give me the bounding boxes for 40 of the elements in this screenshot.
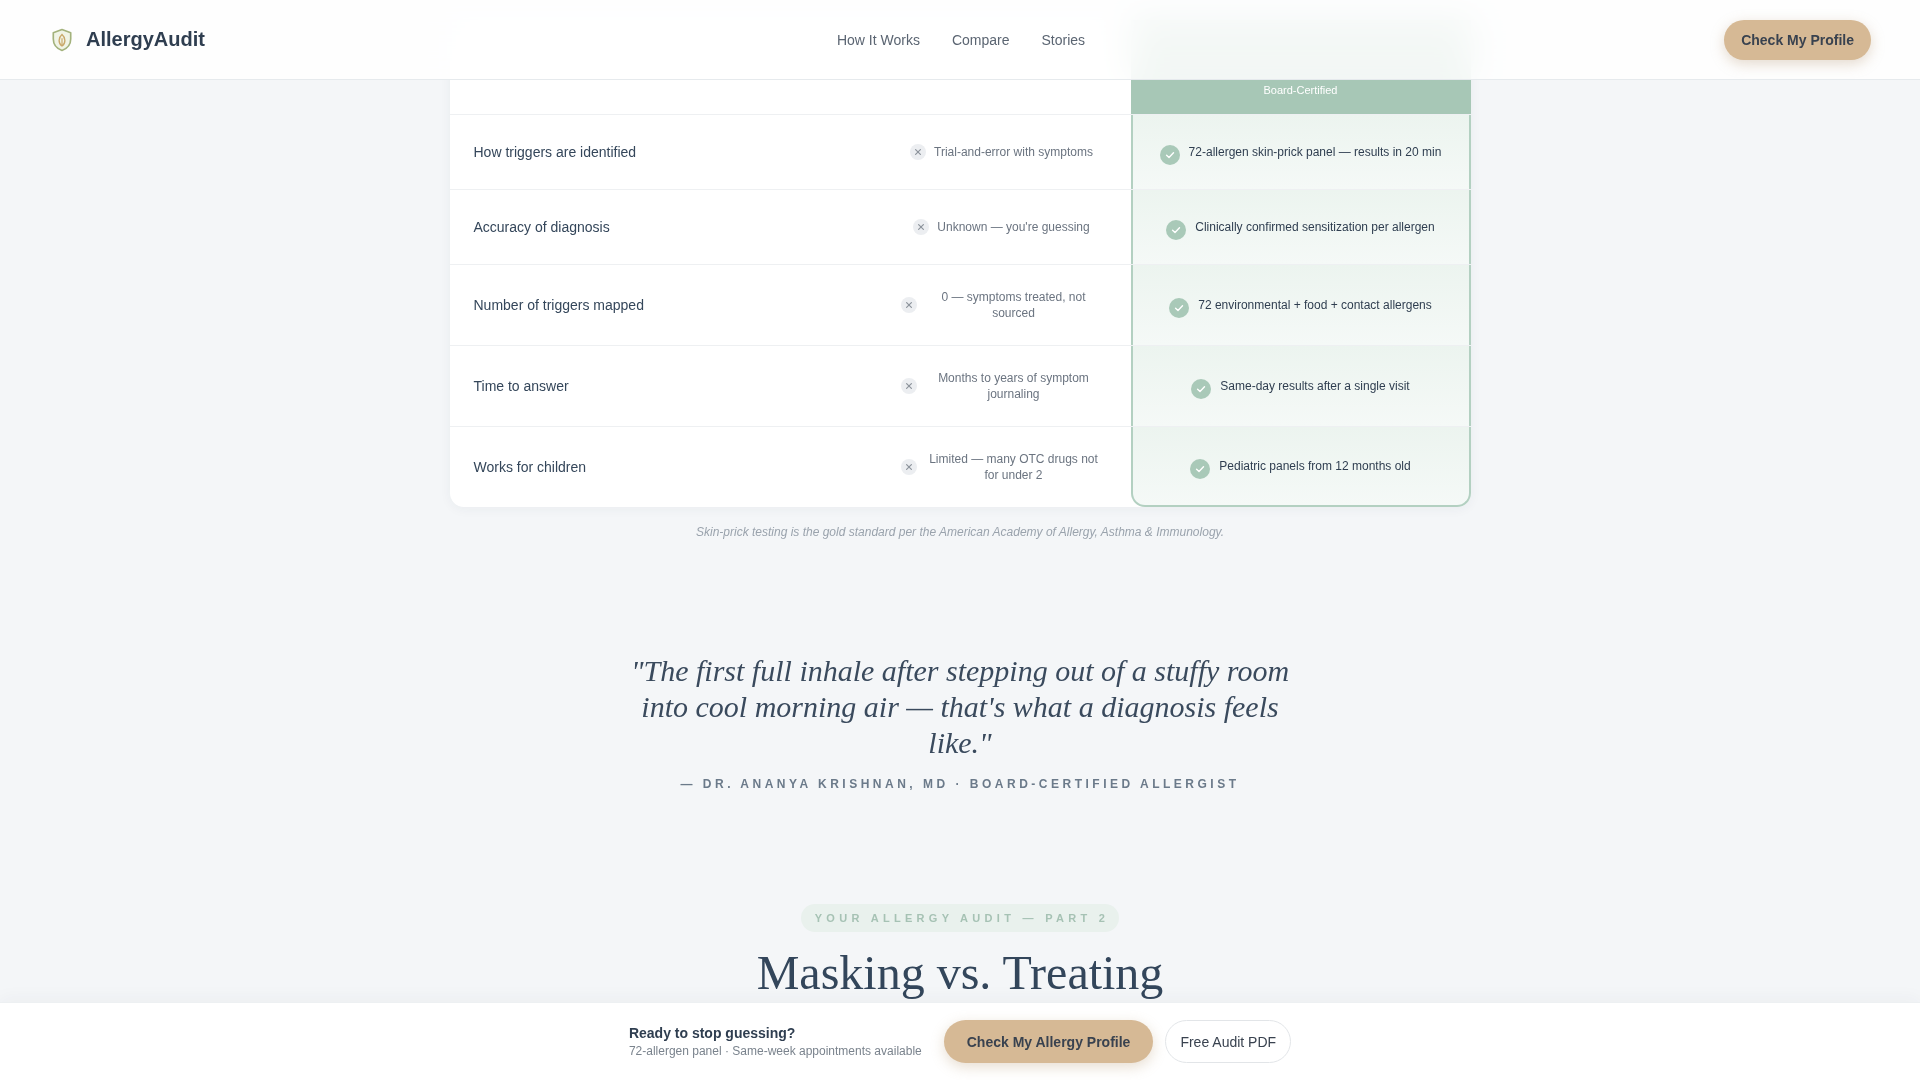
x-mark-icon (910, 144, 927, 160)
check-icon (1166, 220, 1187, 240)
check-icon (1191, 379, 1212, 399)
check-icon (1159, 145, 1180, 165)
quote-text: "The first full inhale after stepping out of a stuffy room into cool morning air — that's what a diagnosis feels like." (629, 653, 1291, 761)
x-mark-icon (900, 378, 917, 394)
check-profile-button[interactable]: Check My Profile (1724, 19, 1871, 60)
criterion-label: Accuracy of diagnosis (473, 219, 610, 235)
benefit-text: Same-day results after a single visit (1220, 378, 1410, 394)
eyebrow-tag: YOUR ALLERGY AUDIT — PART 2 (800, 904, 1120, 932)
shield-leaf-icon (51, 27, 73, 52)
secondary-cta-button[interactable]: Free Audit PDF (1165, 1020, 1292, 1063)
primary-cta-button[interactable]: Check My Allergy Profile (943, 1020, 1154, 1063)
comparison-text: Trial-and-error with symptoms (934, 144, 1093, 160)
x-mark-icon (900, 459, 917, 475)
comparison-text: Unknown — you're guessing (937, 219, 1090, 235)
nav-link[interactable]: How It Works (836, 31, 920, 48)
criterion-label: How triggers are identified (473, 144, 637, 160)
criterion-label: Works for children (473, 459, 587, 475)
x-mark-icon (900, 297, 917, 313)
cta-subtitle: 72-allergen panel · Same-week appointments available (628, 1044, 922, 1058)
brand-name: AllergyAudit (86, 28, 205, 51)
criterion-label: Number of triggers mapped (473, 297, 644, 313)
benefit-text: Pediatric panels from 12 months old (1219, 458, 1411, 474)
check-icon (1169, 298, 1190, 318)
quote-attribution: — DR. ANANYA KRISHNAN, MD · BOARD-CERTIFIED ALLERGIST (680, 777, 1240, 791)
x-mark-icon (913, 219, 930, 235)
section-heading: Masking vs. Treating (756, 945, 1164, 1001)
criterion-label: Time to answer (473, 378, 569, 394)
comparison-text: Limited — many OTC drugs not for under 2 (928, 451, 1099, 483)
nav-link[interactable]: Compare (951, 31, 1010, 48)
benefit-text: Clinically confirmed sensitization per allergen (1195, 219, 1435, 235)
comparison-text: Months to years of symptom journaling (937, 370, 1090, 402)
nav-link[interactable]: Stories (1041, 31, 1086, 48)
benefit-text: 72 environmental + food + contact allergens (1198, 297, 1432, 313)
footnote-text: Skin-prick testing is the gold standard per the American Academy of Allergy, Asthma & Immunology. (695, 525, 1225, 539)
comparison-text: 0 — symptoms treated, not sourced (940, 289, 1087, 321)
cta-title: Ready to stop guessing? (628, 1025, 797, 1041)
benefit-text: 72-allergen skin-prick panel — results in 20 min (1188, 144, 1442, 160)
check-icon (1190, 459, 1211, 479)
